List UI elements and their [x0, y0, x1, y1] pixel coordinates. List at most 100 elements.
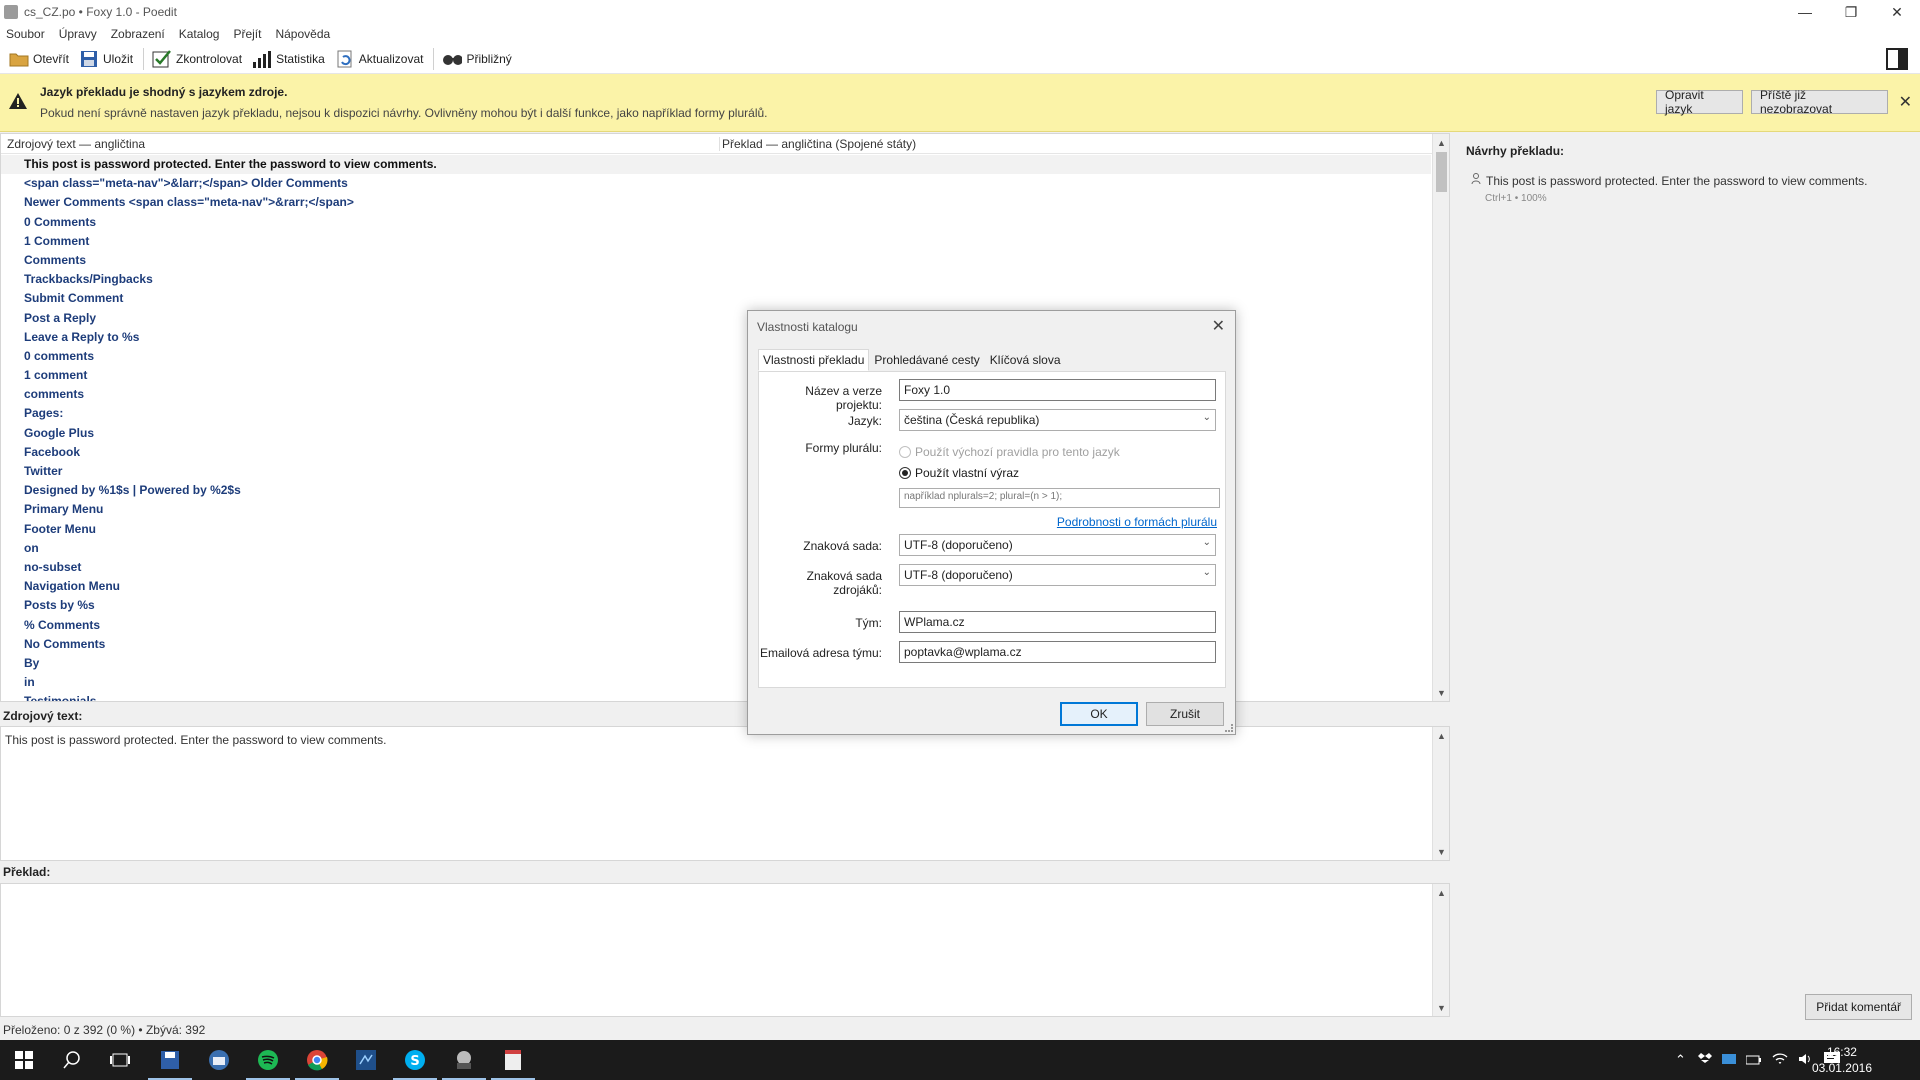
plural-expression-input[interactable]: například nplurals=2; plural=(n > 1); [899, 488, 1220, 508]
suggestion-meta: Ctrl+1 • 100% [1485, 193, 1547, 204]
person-icon [1471, 173, 1481, 188]
network-app-icon[interactable] [442, 1048, 486, 1080]
plural-default-radio[interactable]: Použít výchozí pravidla pro tento jazyk [899, 445, 1120, 459]
language-select[interactable]: čeština (Česká republika) ⌄ [899, 409, 1216, 431]
list-item[interactable]: 0 Comments [1, 213, 1431, 232]
source-charset-select[interactable]: UTF-8 (doporučeno) ⌄ [899, 564, 1216, 586]
list-item[interactable]: <span class="meta-nav">&larr;</span> Old… [1, 174, 1431, 193]
ok-button[interactable]: OK [1060, 702, 1138, 726]
tab-keywords[interactable]: Klíčová slova [985, 349, 1066, 371]
notes-app-icon[interactable] [491, 1048, 535, 1080]
glasses-icon [442, 49, 463, 69]
translation-properties-panel: Název a verze projektu: Foxy 1.0 Jazyk: … [758, 371, 1226, 688]
translation-input[interactable]: ▲ ▼ [0, 883, 1450, 1017]
update-button[interactable]: Aktualizovat [331, 46, 428, 72]
close-window-button[interactable]: ✕ [1874, 0, 1920, 24]
menu-help[interactable]: Nápověda [275, 27, 330, 41]
scroll-up-icon[interactable]: ▲ [1433, 884, 1450, 901]
save-button[interactable]: Uložit [75, 46, 137, 72]
project-name-input[interactable]: Foxy 1.0 [899, 379, 1216, 401]
menu-go[interactable]: Přejít [233, 27, 261, 41]
add-comment-button[interactable]: Přidat komentář [1805, 994, 1912, 1020]
column-translation-header[interactable]: Překlad — angličtina (Spojené státy) [719, 136, 916, 151]
plural-details-link[interactable]: Podrobnosti o formách plurálu [1057, 515, 1217, 529]
skype-icon[interactable]: S [393, 1048, 437, 1080]
list-item[interactable]: Newer Comments <span class="meta-nav">&r… [1, 193, 1431, 212]
close-warning-icon[interactable]: ✕ [1899, 92, 1912, 112]
list-item[interactable]: Comments [1, 251, 1431, 270]
cancel-button[interactable]: Zrušit [1146, 702, 1224, 726]
scroll-up-icon[interactable]: ▲ [1433, 727, 1450, 744]
menu-view[interactable]: Zobrazení [111, 27, 165, 41]
chevron-down-icon: ⌄ [1202, 537, 1211, 548]
chrome-icon[interactable] [295, 1048, 339, 1080]
poedit-app-icon [4, 5, 18, 19]
wifi-icon[interactable] [1772, 1052, 1788, 1069]
tray-overflow-icon[interactable]: ⌃ [1675, 1052, 1686, 1068]
plural-custom-radio[interactable]: Použít vlastní výraz [899, 466, 1019, 480]
dont-show-again-button[interactable]: Příště již nezobrazovat [1751, 88, 1888, 116]
window-title: cs_CZ.po • Foxy 1.0 - Poedit [24, 5, 177, 19]
language-warning-bar: Jazyk překladu je shodný s jazykem zdroj… [0, 74, 1920, 132]
suggestion-text: This post is password protected. Enter t… [1486, 173, 1868, 188]
column-source-header[interactable]: Zdrojový text — angličtina [1, 137, 719, 151]
open-button[interactable]: Otevřít [5, 46, 73, 72]
tab-translation-properties[interactable]: Vlastnosti překladu [758, 349, 870, 371]
charset-select[interactable]: UTF-8 (doporučeno) ⌄ [899, 534, 1216, 556]
poedit-taskbar-icon[interactable] [148, 1048, 192, 1080]
suggestion-item[interactable]: This post is password protected. Enter t… [1471, 173, 1868, 188]
mail-tray-icon[interactable] [1721, 1052, 1736, 1069]
list-scrollbar[interactable]: ▲ ▼ [1432, 134, 1449, 701]
radio-icon [899, 446, 911, 458]
task-view-icon[interactable] [108, 1048, 132, 1072]
charset-label: Znaková sada: [803, 539, 882, 553]
source-scrollbar[interactable]: ▲ ▼ [1432, 727, 1449, 860]
warning-icon [8, 92, 28, 110]
list-item[interactable]: This post is password protected. Enter t… [1, 155, 1431, 175]
menu-file[interactable]: Soubor [6, 27, 45, 41]
scroll-down-icon[interactable]: ▼ [1433, 843, 1450, 860]
list-item[interactable]: 1 Comment [1, 232, 1431, 251]
tab-source-paths[interactable]: Prohledávané cesty [869, 349, 984, 371]
dialog-close-icon[interactable]: ✕ [1212, 316, 1225, 336]
checkmark-icon [152, 49, 172, 69]
status-bar: Přeloženo: 0 z 392 (0 %) • Zbývá: 392 [0, 1020, 1920, 1040]
team-email-input[interactable]: poptavka@wplama.cz [899, 641, 1216, 663]
menu-bar: Soubor Úpravy Zobrazení Katalog Přejít N… [0, 24, 1920, 44]
taskbar-clock[interactable]: 16:32 03.01.2016 [1812, 1044, 1872, 1076]
title-bar: cs_CZ.po • Foxy 1.0 - Poedit — ❐ ✕ [0, 0, 1920, 24]
resize-grip-icon[interactable] [1225, 724, 1233, 732]
team-email-label: Emailová adresa týmu: [759, 646, 882, 660]
catalog-properties-dialog: Vlastnosti katalogu ✕ Vlastnosti překlad… [747, 310, 1236, 735]
scroll-down-icon[interactable]: ▼ [1433, 999, 1450, 1016]
fix-language-button[interactable]: Opravit jazyk [1656, 88, 1743, 116]
scroll-down-icon[interactable]: ▼ [1433, 684, 1450, 701]
translation-scrollbar[interactable]: ▲ ▼ [1432, 884, 1449, 1016]
scroll-up-icon[interactable]: ▲ [1433, 134, 1450, 151]
list-item[interactable]: Trackbacks/Pingbacks [1, 270, 1431, 289]
menu-catalog[interactable]: Katalog [179, 27, 220, 41]
radio-selected-icon [899, 467, 911, 479]
list-item[interactable]: Submit Comment [1, 289, 1431, 308]
search-icon[interactable] [60, 1048, 84, 1072]
battery-icon[interactable] [1745, 1053, 1762, 1068]
code-editor-icon[interactable] [354, 1048, 378, 1072]
dropbox-icon[interactable] [1697, 1052, 1712, 1069]
plural-default-label: Použít výchozí pravidla pro tento jazyk [915, 445, 1120, 459]
team-input[interactable]: WPlama.cz [899, 611, 1216, 633]
list-header: Zdrojový text — angličtina Překlad — ang… [1, 134, 1449, 154]
warning-text: Pokud není správně nastaven jazyk překla… [40, 106, 768, 120]
sidebar-toggle-icon[interactable] [1886, 48, 1908, 70]
statistics-button[interactable]: Statistika [248, 46, 329, 72]
windows-start-icon[interactable] [12, 1048, 36, 1072]
restore-button[interactable]: ❐ [1828, 0, 1874, 24]
spotify-icon[interactable] [246, 1048, 290, 1080]
scroll-thumb[interactable] [1436, 152, 1447, 192]
suggestions-title: Návrhy překladu: [1466, 144, 1565, 158]
validate-button[interactable]: Zkontrolovat [148, 46, 246, 72]
minimize-button[interactable]: — [1782, 0, 1828, 24]
thunderbird-icon[interactable] [207, 1048, 231, 1072]
fuzzy-button[interactable]: Přibližný [438, 46, 515, 72]
menu-edit[interactable]: Úpravy [59, 27, 97, 41]
dialog-title: Vlastnosti katalogu [757, 320, 858, 334]
